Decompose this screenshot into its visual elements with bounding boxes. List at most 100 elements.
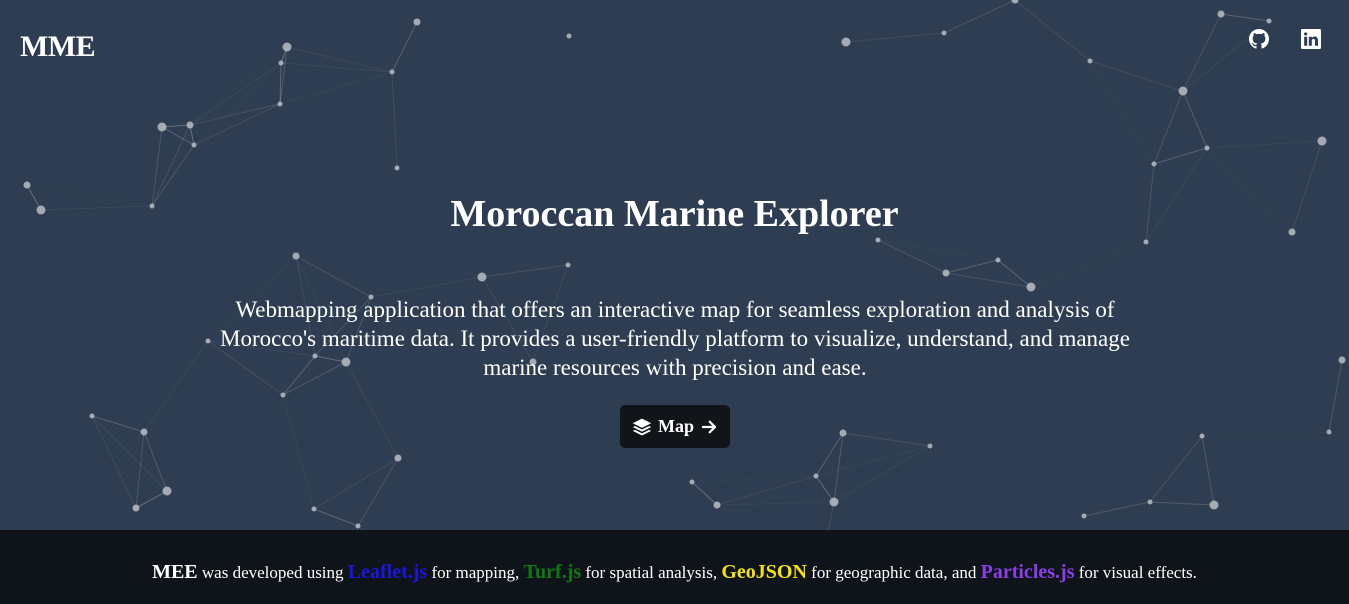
particle-dot — [191, 142, 197, 148]
particle-link — [878, 240, 998, 260]
particle-dot — [1338, 356, 1346, 364]
particle-link — [286, 46, 393, 73]
particle-dot — [1081, 513, 1087, 519]
particle-dot — [839, 429, 847, 437]
particle-dot — [841, 37, 851, 47]
particle-dot — [311, 506, 317, 512]
particle-dot — [1204, 145, 1210, 151]
footer-text-3: for spatial analysis, — [585, 563, 718, 582]
particle-dot — [277, 101, 283, 107]
particle-link — [1083, 501, 1151, 517]
particle-dot — [1178, 86, 1188, 96]
layers-icon — [632, 418, 652, 435]
footer-geojson[interactable]: GeoJSON — [721, 561, 807, 583]
particle-link — [1182, 13, 1222, 92]
particle-dot — [1209, 500, 1219, 510]
particle-link — [1149, 501, 1215, 506]
github-icon — [1249, 29, 1269, 49]
particle-dot — [162, 486, 172, 496]
particle-link — [280, 104, 397, 168]
particle-link — [833, 432, 844, 503]
particle-dot — [927, 443, 933, 449]
footer-text-1: was developed using — [201, 563, 344, 582]
map-button[interactable]: Map — [620, 405, 730, 448]
map-button-label: Map — [658, 416, 694, 436]
particle-link — [1089, 60, 1184, 92]
particle-link — [1153, 90, 1184, 165]
particle-dot — [1266, 18, 1272, 24]
page: MME Moroccan Marine Explorer Webmapping … — [0, 0, 1349, 604]
particle-link — [1220, 13, 1270, 22]
footer-leaflet[interactable]: Leaflet.js — [348, 561, 427, 583]
particle-link — [91, 415, 137, 509]
hero-description: Webmapping application that offers an in… — [220, 297, 1130, 380]
github-link[interactable] — [1249, 29, 1269, 49]
particle-link — [815, 445, 931, 477]
brand-logo[interactable]: MME — [20, 30, 96, 64]
particle-link — [193, 103, 281, 146]
particle-dot — [89, 413, 95, 419]
particle-link — [194, 63, 281, 145]
particle-link — [162, 104, 280, 127]
particle-dot — [1087, 58, 1093, 64]
particle-link — [1084, 505, 1214, 516]
linkedin-icon — [1301, 29, 1321, 49]
footer-text-4: for geographic data, and — [811, 563, 977, 582]
particle-link — [1031, 242, 1146, 287]
particle-dot — [1026, 282, 1036, 292]
particle-link — [1014, 0, 1091, 62]
particle-link — [1149, 435, 1203, 503]
particle-link — [1202, 432, 1329, 436]
arrow-right-icon — [701, 420, 717, 433]
particle-link — [481, 264, 569, 278]
particle-link — [391, 21, 418, 73]
particle-dot — [1147, 499, 1153, 505]
linkedin-link[interactable] — [1301, 29, 1321, 49]
particle-link — [1201, 435, 1215, 506]
particle-link — [945, 272, 1032, 288]
particle-dot — [566, 33, 572, 39]
particle-link — [815, 475, 835, 503]
particle-dot — [1317, 136, 1327, 146]
particle-dot — [23, 181, 31, 189]
particle-link — [1090, 61, 1154, 164]
particle-link — [313, 508, 359, 527]
particle-link — [845, 32, 945, 43]
particle-link — [877, 239, 947, 274]
footer: MEE was developed using Leaflet.js for m… — [0, 530, 1349, 604]
particle-link — [1153, 147, 1208, 165]
particle-dot — [394, 454, 402, 462]
particle-dot — [355, 523, 361, 529]
particle-dot — [157, 122, 167, 132]
particle-link — [295, 255, 372, 298]
particle-dot — [389, 69, 395, 75]
particle-link — [391, 71, 398, 169]
footer-turf[interactable]: Turf.js — [524, 561, 582, 583]
particle-link — [287, 22, 417, 47]
particle-link — [161, 126, 195, 146]
particle-dot — [942, 269, 950, 277]
particle-link — [1182, 90, 1208, 149]
particle-dot — [1199, 433, 1205, 439]
particle-dot — [394, 165, 400, 171]
particle-link — [1328, 359, 1343, 433]
particle-dot — [713, 501, 721, 509]
particle-dot — [292, 252, 300, 260]
particle-dot — [477, 272, 487, 282]
particle-link — [357, 457, 399, 527]
particle-dot — [995, 257, 1001, 263]
social-links — [1249, 29, 1321, 49]
footer-particles[interactable]: Particles.js — [981, 561, 1075, 583]
particle-link — [189, 62, 282, 126]
particle-dot — [1217, 10, 1225, 18]
particle-link — [280, 62, 393, 73]
particle-link — [143, 340, 209, 433]
particle-dot — [278, 60, 284, 66]
particle-link — [1206, 140, 1323, 149]
particle-link — [842, 432, 931, 447]
particle-link — [945, 259, 999, 274]
particle-dot — [132, 504, 140, 512]
particle-link — [370, 276, 483, 298]
particle-dot — [413, 18, 421, 26]
footer-text-5: for visual effects. — [1078, 563, 1197, 582]
